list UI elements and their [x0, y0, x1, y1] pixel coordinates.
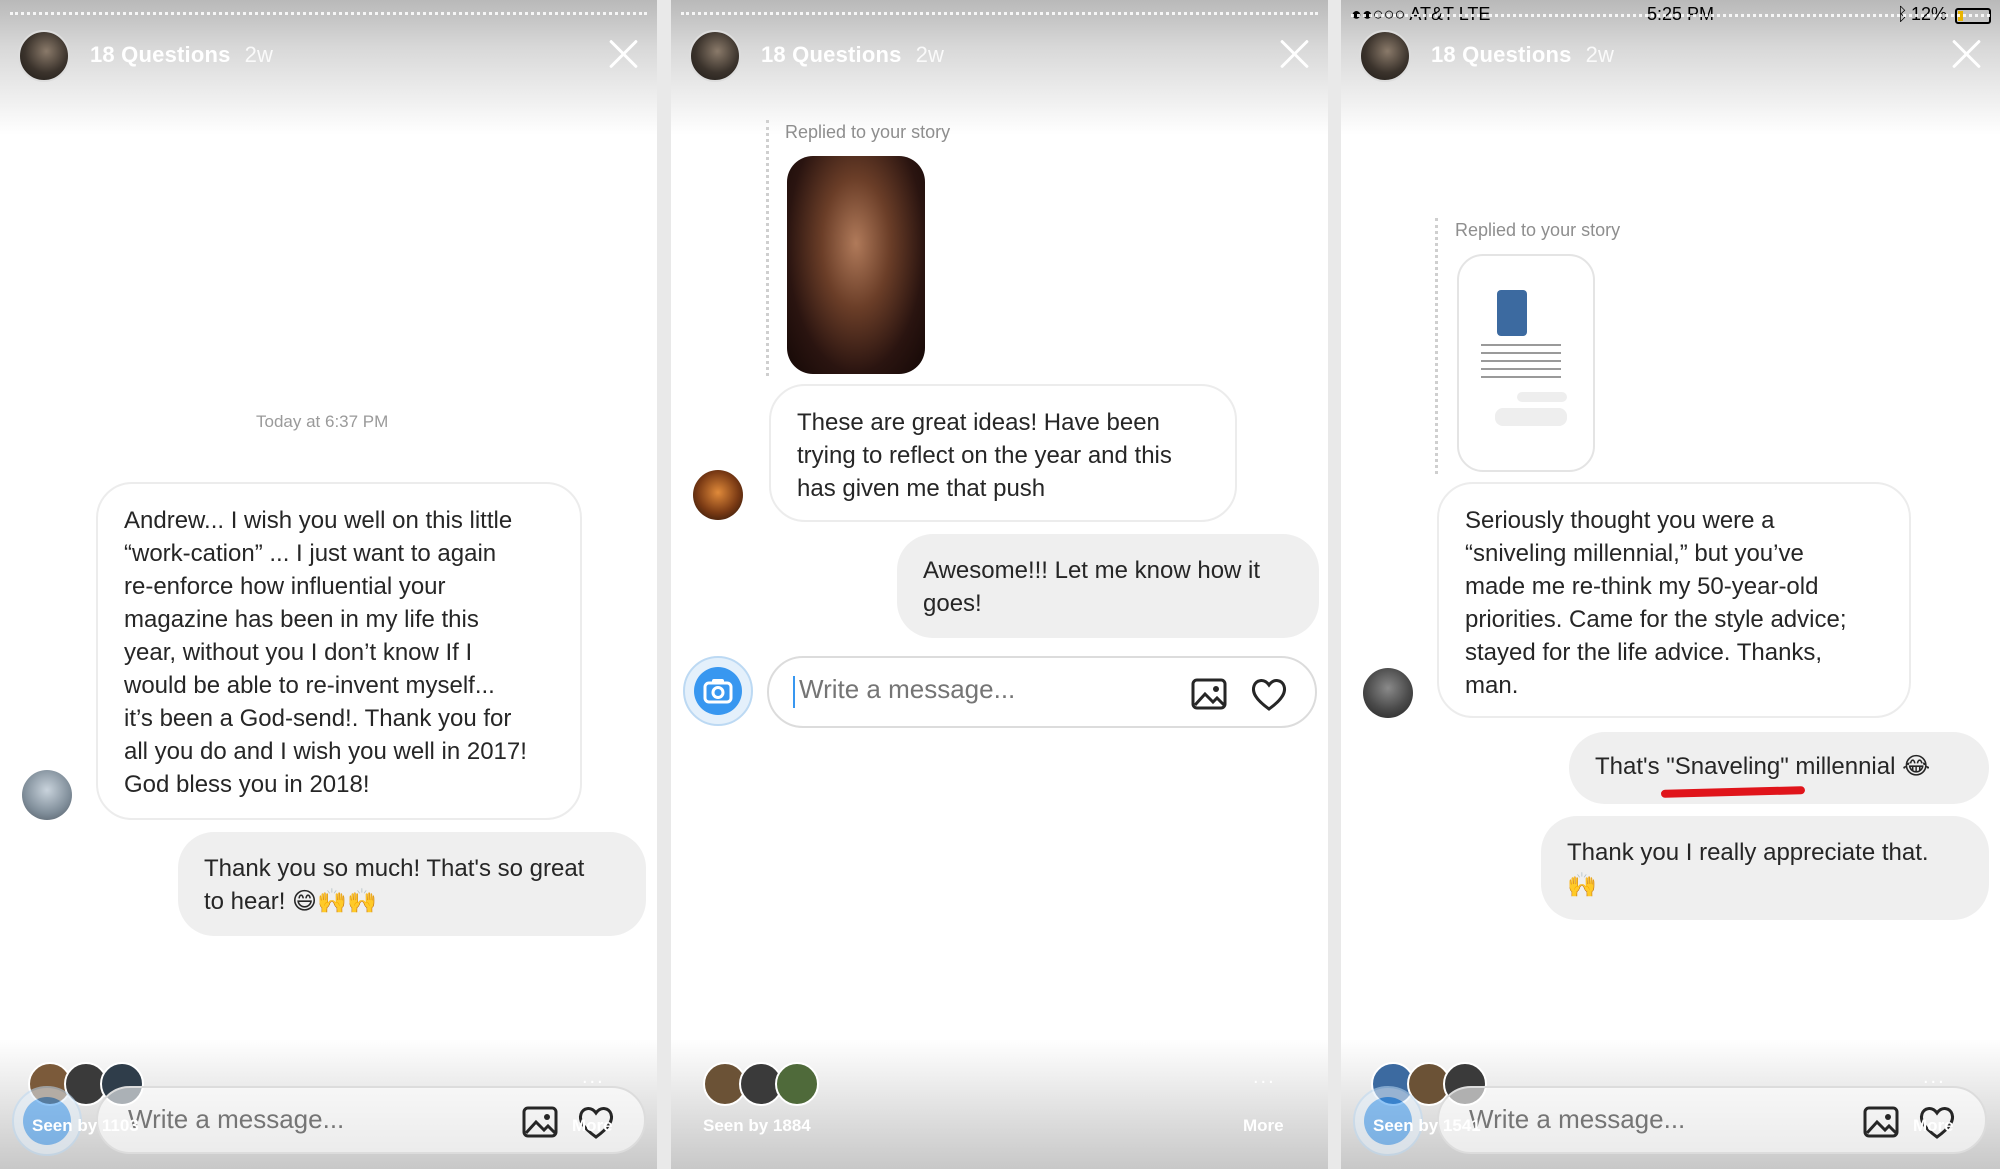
- thumbnail-text: [1481, 344, 1561, 384]
- story-owner-avatar[interactable]: [1359, 30, 1411, 82]
- story-progress-bar: [681, 12, 1318, 15]
- story-panel-1: 18 Questions 2w Today at 6:37 PM Andrew..…: [0, 0, 657, 1169]
- story-thumbnail[interactable]: [1457, 254, 1595, 472]
- story-thumbnail[interactable]: [787, 156, 925, 374]
- story-title-text: 18 Questions: [1431, 42, 1572, 67]
- story-title: 18 Questions 2w: [761, 42, 944, 68]
- incoming-message[interactable]: These are great ideas! Have been trying …: [769, 384, 1237, 522]
- story-owner-avatar[interactable]: [689, 30, 741, 82]
- more-button[interactable]: More: [1913, 1116, 1954, 1136]
- message-input[interactable]: [128, 1104, 456, 1135]
- more-dots: ...: [1253, 1066, 1276, 1088]
- incoming-message[interactable]: Andrew... I wish you well on this little…: [96, 482, 582, 820]
- incoming-message[interactable]: Seriously thought you were a “sniveling …: [1437, 482, 1911, 718]
- outgoing-message[interactable]: Thank you I really appreciate that. 🙌: [1541, 816, 1989, 920]
- outgoing-message[interactable]: Thank you so much! That's so great to he…: [178, 832, 646, 936]
- more-button[interactable]: More: [572, 1116, 613, 1136]
- story-title-text: 18 Questions: [761, 42, 902, 67]
- camera-icon: [694, 667, 742, 715]
- seen-by-count[interactable]: Seen by 1541: [1373, 1116, 1481, 1136]
- message-timestamp: Today at 6:37 PM: [256, 412, 389, 431]
- story-title: 18 Questions 2w: [90, 42, 273, 68]
- sender-avatar[interactable]: [22, 770, 72, 820]
- story-header: 18 Questions 2w: [671, 24, 1328, 84]
- story-progress-bar: [1351, 14, 1990, 17]
- camera-button[interactable]: [683, 656, 753, 726]
- seen-by-count[interactable]: Seen by 1103: [32, 1116, 139, 1136]
- message-composer[interactable]: [767, 656, 1317, 728]
- heart-icon[interactable]: [1249, 674, 1289, 714]
- story-owner-avatar[interactable]: [18, 30, 70, 82]
- more-dots: ...: [1923, 1066, 1946, 1088]
- message-input[interactable]: [1469, 1104, 1797, 1135]
- panel-divider: [1328, 0, 1342, 1169]
- story-title-text: 18 Questions: [90, 42, 231, 67]
- replied-label: Replied to your story: [1455, 220, 1621, 240]
- message-input[interactable]: [799, 674, 1127, 705]
- thumbnail-image: [1497, 290, 1527, 336]
- story-age: 2w: [1585, 42, 1615, 67]
- sender-avatar[interactable]: [693, 470, 743, 520]
- text-cursor: [793, 676, 795, 708]
- reply-thread-line: [766, 120, 769, 376]
- outgoing-message[interactable]: Awesome!!! Let me know how it goes!: [897, 534, 1319, 638]
- seen-by-avatars[interactable]: [703, 1062, 823, 1106]
- replied-label: Replied to your story: [785, 122, 951, 142]
- seen-by-count[interactable]: Seen by 1884: [703, 1116, 811, 1136]
- panel-divider: [657, 0, 671, 1169]
- story-progress-bar: [10, 12, 647, 15]
- thumbnail-bubble: [1495, 408, 1567, 426]
- image-icon[interactable]: [1861, 1102, 1901, 1142]
- close-icon[interactable]: [607, 38, 639, 70]
- story-panel-3: ●●○○○ AT&T LTE 5:25 PM ᛒ 12% 18 Question…: [1341, 0, 2000, 1169]
- story-age: 2w: [915, 42, 945, 67]
- message-composer[interactable]: [1437, 1086, 1987, 1154]
- story-header: 18 Questions 2w: [0, 24, 657, 84]
- story-age: 2w: [244, 42, 274, 67]
- reply-thread-line: [1435, 218, 1438, 474]
- more-dots: ...: [582, 1066, 605, 1088]
- story-panel-2: 18 Questions 2w Replied to your story The…: [671, 0, 1328, 1169]
- message-composer[interactable]: [96, 1086, 646, 1154]
- more-button[interactable]: More: [1243, 1116, 1284, 1136]
- close-icon[interactable]: [1950, 38, 1982, 70]
- sender-avatar[interactable]: [1363, 668, 1413, 718]
- story-header: 18 Questions 2w: [1341, 24, 2000, 84]
- image-icon[interactable]: [1189, 674, 1229, 714]
- story-title: 18 Questions 2w: [1431, 42, 1614, 68]
- image-icon[interactable]: [520, 1102, 560, 1142]
- close-icon[interactable]: [1278, 38, 1310, 70]
- thumbnail-bubble: [1517, 392, 1567, 402]
- viewer-avatar: [775, 1062, 819, 1106]
